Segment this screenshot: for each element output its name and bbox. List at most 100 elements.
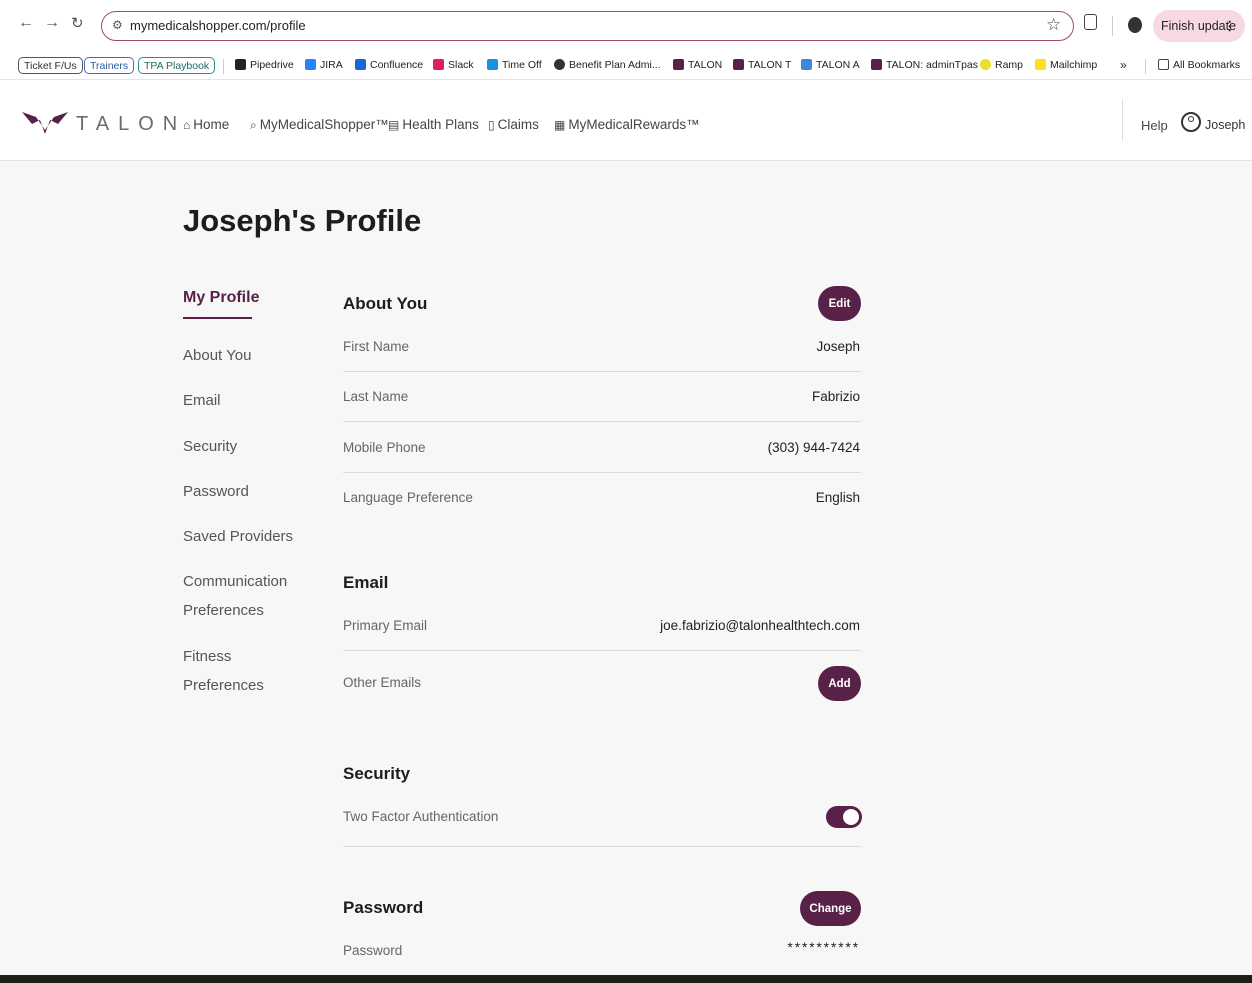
browser-profile-avatar[interactable] bbox=[1128, 17, 1142, 33]
user-menu[interactable]: Joseph bbox=[1205, 118, 1245, 132]
ramp-icon bbox=[980, 59, 991, 70]
sidebar-active-indicator bbox=[183, 317, 252, 319]
primary-email-label: Primary Email bbox=[343, 618, 428, 633]
about-section-title: About You bbox=[343, 294, 428, 313]
mailchimp-icon bbox=[1035, 59, 1046, 70]
language-label: Language Preference bbox=[343, 490, 473, 505]
extensions-icon[interactable] bbox=[1084, 14, 1097, 30]
language-value: English bbox=[815, 490, 860, 505]
folder-icon bbox=[1158, 59, 1169, 70]
bookmark-divider bbox=[223, 59, 224, 74]
talon-a-icon bbox=[801, 59, 812, 70]
bookmarks-overflow-icon[interactable]: » bbox=[1120, 58, 1127, 72]
confluence-icon bbox=[355, 59, 366, 70]
more-menu-icon[interactable]: ⋮ bbox=[1216, 10, 1237, 42]
sidebar-heading[interactable]: My Profile bbox=[183, 289, 259, 307]
sidebar-item-communication[interactable]: Communication Preferences bbox=[183, 567, 293, 625]
calendar-icon: ▦ bbox=[554, 118, 566, 132]
nav-claims[interactable]: ▯ Claims bbox=[488, 117, 539, 132]
sidebar-item-security[interactable]: Security bbox=[183, 432, 313, 461]
search-icon: ⌕ bbox=[250, 118, 257, 132]
row-divider bbox=[343, 650, 861, 651]
talon-logo-text[interactable]: TALON bbox=[76, 113, 186, 136]
two-factor-toggle[interactable] bbox=[826, 806, 862, 828]
bookmark-pipedrive[interactable]: Pipedrive bbox=[235, 59, 294, 71]
app-header: TALON ⌂ Home ⌕ MyMedicalShopper™ ▤ Health P… bbox=[0, 80, 1252, 161]
bookmark-chip-ticket[interactable]: Ticket F/Us bbox=[18, 57, 83, 74]
bookmark-talon[interactable]: TALON bbox=[673, 59, 722, 71]
reload-icon[interactable]: ↻ bbox=[71, 14, 84, 32]
two-factor-label: Two Factor Authentication bbox=[343, 809, 499, 824]
bookmark-confluence[interactable]: Confluence bbox=[355, 59, 423, 71]
bookmark-chip-tpa[interactable]: TPA Playbook bbox=[138, 57, 216, 74]
forward-icon[interactable]: → bbox=[44, 14, 60, 32]
nav-health-plans[interactable]: ▤ Health Plans bbox=[388, 117, 479, 132]
toolbar-divider bbox=[1112, 16, 1113, 36]
bookmark-ramp[interactable]: Ramp bbox=[980, 59, 1023, 71]
sidebar-item-about[interactable]: About You bbox=[183, 341, 313, 370]
id-card-icon: ▤ bbox=[388, 118, 400, 132]
row-divider bbox=[343, 846, 861, 847]
bookmark-mailchimp[interactable]: Mailchimp bbox=[1035, 59, 1097, 71]
last-name-label: Last Name bbox=[343, 389, 409, 404]
security-section-title: Security bbox=[343, 764, 411, 783]
row-divider bbox=[343, 421, 861, 422]
row-divider bbox=[343, 371, 861, 372]
home-icon: ⌂ bbox=[183, 118, 191, 132]
talon-icon bbox=[871, 59, 882, 70]
sidebar-item-email[interactable]: Email bbox=[183, 386, 313, 415]
mobile-phone-label: Mobile Phone bbox=[343, 440, 426, 455]
url-text[interactable]: mymedicalshopper.com/profile bbox=[130, 18, 306, 33]
address-bar[interactable]: ⚙ mymedicalshopper.com/profile bbox=[101, 11, 1074, 41]
jira-icon bbox=[305, 59, 316, 70]
primary-email-value: joe.fabrizio@talonhealthtech.com bbox=[660, 618, 860, 633]
nav-mymedicalrewards[interactable]: ▦ MyMedicalRewards™ bbox=[554, 117, 700, 132]
password-value: ********** bbox=[787, 940, 860, 955]
password-label: Password bbox=[343, 943, 403, 958]
all-bookmarks[interactable]: All Bookmarks bbox=[1158, 59, 1240, 71]
finish-update-button[interactable]: Finish update ⋮ bbox=[1153, 10, 1245, 42]
password-section-title: Password bbox=[343, 898, 424, 917]
edit-button[interactable]: Edit bbox=[818, 286, 861, 321]
back-icon[interactable]: ← bbox=[18, 14, 34, 32]
talon-icon bbox=[733, 59, 744, 70]
row-divider bbox=[343, 472, 861, 473]
bookmarks-bar: Ticket F/Us Trainers TPA Playbook Pipedr… bbox=[0, 53, 1252, 80]
email-section-title: Email bbox=[343, 573, 389, 592]
owl-logo-icon bbox=[22, 112, 68, 134]
talon-icon bbox=[673, 59, 684, 70]
time-off-icon bbox=[487, 59, 498, 70]
user-icon[interactable] bbox=[1181, 112, 1201, 132]
nav-mymedicalshopper[interactable]: ⌕ MyMedicalShopper™ bbox=[250, 117, 389, 133]
bookmark-talon-t[interactable]: TALON T bbox=[733, 59, 791, 71]
bookmark-jira[interactable]: JIRA bbox=[305, 59, 343, 71]
nav-home[interactable]: ⌂ Home bbox=[183, 117, 229, 132]
bookmark-chip-trainers[interactable]: Trainers bbox=[84, 57, 135, 74]
bookmark-talon-a[interactable]: TALON A bbox=[801, 59, 860, 71]
browser-toolbar: ← → ↻ ⚙ mymedicalshopper.com/profile ☆ F… bbox=[0, 0, 1252, 53]
other-emails-label: Other Emails bbox=[343, 675, 422, 690]
help-link[interactable]: Help bbox=[1141, 118, 1168, 133]
site-settings-icon[interactable]: ⚙ bbox=[112, 18, 123, 32]
document-icon: ▯ bbox=[488, 118, 495, 132]
sidebar-item-saved-providers[interactable]: Saved Providers bbox=[183, 522, 313, 551]
add-email-button[interactable]: Add bbox=[818, 666, 861, 701]
toggle-knob bbox=[843, 809, 859, 825]
slack-icon bbox=[433, 59, 444, 70]
first-name-label: First Name bbox=[343, 339, 410, 354]
bookmark-star-icon[interactable]: ☆ bbox=[1046, 15, 1061, 35]
bookmark-divider bbox=[1145, 59, 1146, 74]
bookmark-slack[interactable]: Slack bbox=[433, 59, 474, 71]
header-divider bbox=[1122, 99, 1123, 141]
bookmark-talon-admin[interactable]: TALON: adminTpas bbox=[871, 59, 978, 71]
change-password-button[interactable]: Change bbox=[800, 891, 861, 926]
browser-window: ← → ↻ ⚙ mymedicalshopper.com/profile ☆ F… bbox=[0, 0, 1252, 975]
page-title: Joseph's Profile bbox=[183, 203, 422, 238]
bookmark-time-off[interactable]: Time Off bbox=[487, 59, 542, 71]
first-name-value: Joseph bbox=[816, 339, 860, 354]
mobile-phone-value: (303) 944-7424 bbox=[767, 440, 860, 455]
sidebar-item-fitness[interactable]: Fitness Preferences bbox=[183, 642, 313, 700]
bookmark-benefit-plan[interactable]: Benefit Plan Admi... bbox=[554, 59, 661, 71]
globe-icon bbox=[554, 59, 565, 70]
sidebar-item-password[interactable]: Password bbox=[183, 477, 313, 506]
